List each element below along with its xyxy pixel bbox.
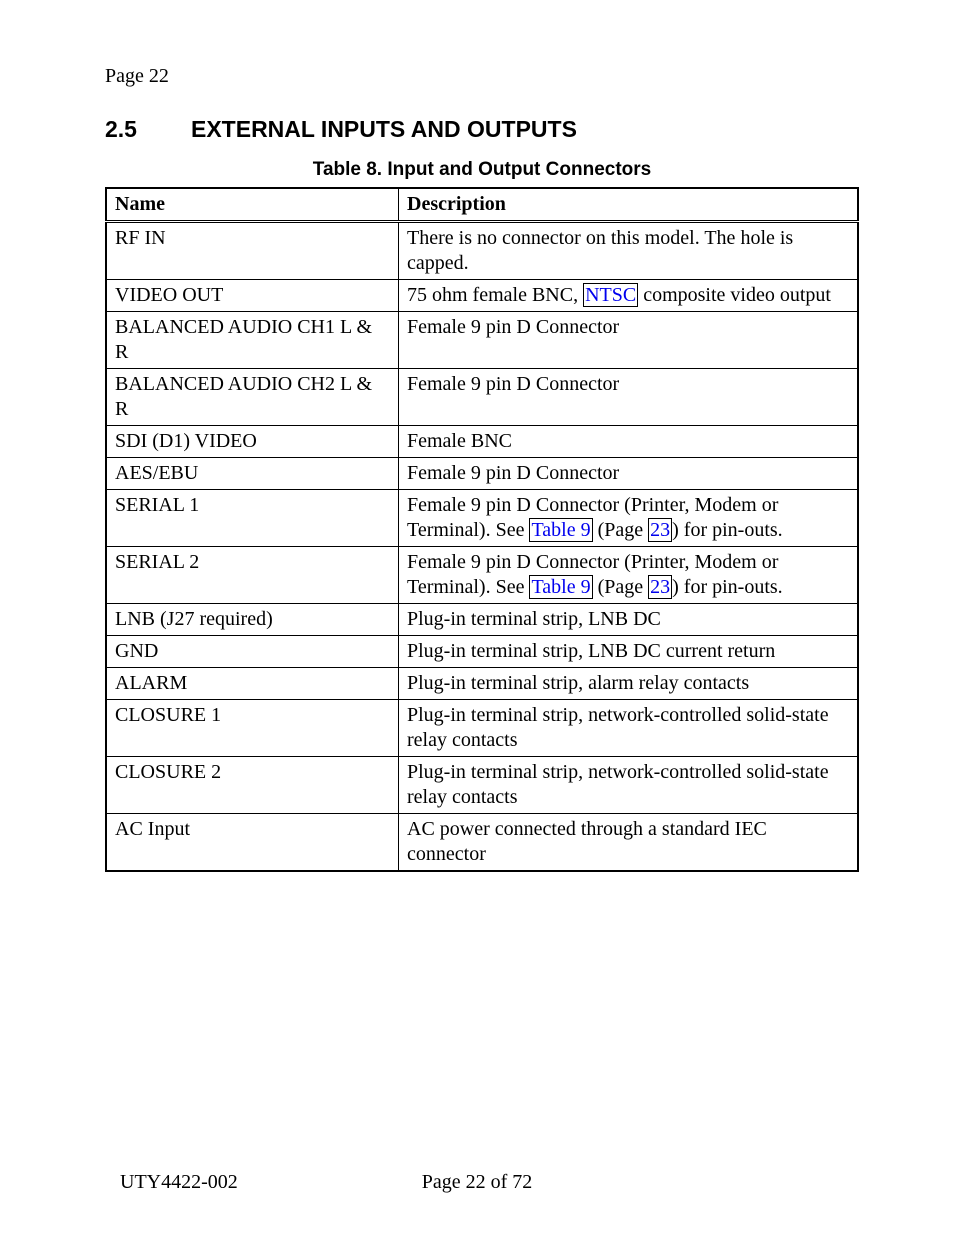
cell-description: AC power connected through a standard IE…: [399, 814, 859, 872]
cell-name: AES/EBU: [106, 458, 399, 490]
cell-description: Plug-in terminal strip, LNB DC current r…: [399, 636, 859, 668]
table-row: AES/EBUFemale 9 pin D Connector: [106, 458, 858, 490]
cell-description: Plug-in terminal strip, alarm relay cont…: [399, 668, 859, 700]
cross-reference-link[interactable]: 23: [648, 575, 672, 599]
table-row: RF INThere is no connector on this model…: [106, 222, 858, 280]
cell-description: 75 ohm female BNC, NTSC composite video …: [399, 280, 859, 312]
cross-reference-link[interactable]: Table 9: [529, 575, 592, 599]
cell-name: ALARM: [106, 668, 399, 700]
cell-description: Female 9 pin D Connector (Printer, Modem…: [399, 547, 859, 604]
cross-reference-link[interactable]: NTSC: [583, 283, 638, 307]
table-row: ALARMPlug-in terminal strip, alarm relay…: [106, 668, 858, 700]
cell-description: Plug-in terminal strip, LNB DC: [399, 604, 859, 636]
cell-description: Female BNC: [399, 426, 859, 458]
table-row: AC InputAC power connected through a sta…: [106, 814, 858, 872]
table-header-description: Description: [399, 188, 859, 222]
table-header-name: Name: [106, 188, 399, 222]
cell-description: Female 9 pin D Connector (Printer, Modem…: [399, 490, 859, 547]
cell-name: GND: [106, 636, 399, 668]
section-number: 2.5: [105, 116, 191, 143]
cell-name: RF IN: [106, 222, 399, 280]
cell-description: Female 9 pin D Connector: [399, 458, 859, 490]
table-row: SERIAL 1Female 9 pin D Connector (Printe…: [106, 490, 858, 547]
footer-page: Page 22 of 72: [0, 1171, 954, 1194]
cell-description: Plug-in terminal strip, network-controll…: [399, 700, 859, 757]
table-row: VIDEO OUT75 ohm female BNC, NTSC composi…: [106, 280, 858, 312]
cell-name: AC Input: [106, 814, 399, 872]
cell-name: VIDEO OUT: [106, 280, 399, 312]
table-row: BALANCED AUDIO CH2 L & RFemale 9 pin D C…: [106, 369, 858, 426]
table-row: SDI (D1) VIDEOFemale BNC: [106, 426, 858, 458]
table-row: BALANCED AUDIO CH1 L & RFemale 9 pin D C…: [106, 312, 858, 369]
cell-name: BALANCED AUDIO CH2 L & R: [106, 369, 399, 426]
cell-name: CLOSURE 1: [106, 700, 399, 757]
section-heading: 2.5EXTERNAL INPUTS AND OUTPUTS: [105, 116, 859, 143]
cell-name: BALANCED AUDIO CH1 L & R: [106, 312, 399, 369]
cell-name: SERIAL 2: [106, 547, 399, 604]
cell-description: Female 9 pin D Connector: [399, 369, 859, 426]
cross-reference-link[interactable]: 23: [648, 518, 672, 542]
table-row: CLOSURE 2Plug-in terminal strip, network…: [106, 757, 858, 814]
cell-description: There is no connector on this model. The…: [399, 222, 859, 280]
cross-reference-link[interactable]: Table 9: [529, 518, 592, 542]
table-caption: Table 8. Input and Output Connectors: [105, 159, 859, 181]
section-title: EXTERNAL INPUTS AND OUTPUTS: [191, 116, 577, 142]
table-row: LNB (J27 required)Plug-in terminal strip…: [106, 604, 858, 636]
table-row: CLOSURE 1Plug-in terminal strip, network…: [106, 700, 858, 757]
cell-name: CLOSURE 2: [106, 757, 399, 814]
io-connectors-table: Name Description RF INThere is no connec…: [105, 187, 859, 872]
cell-name: LNB (J27 required): [106, 604, 399, 636]
table-row: GNDPlug-in terminal strip, LNB DC curren…: [106, 636, 858, 668]
cell-name: SERIAL 1: [106, 490, 399, 547]
cell-description: Plug-in terminal strip, network-controll…: [399, 757, 859, 814]
table-row: SERIAL 2Female 9 pin D Connector (Printe…: [106, 547, 858, 604]
cell-description: Female 9 pin D Connector: [399, 312, 859, 369]
cell-name: SDI (D1) VIDEO: [106, 426, 399, 458]
page-header: Page 22: [105, 65, 859, 88]
